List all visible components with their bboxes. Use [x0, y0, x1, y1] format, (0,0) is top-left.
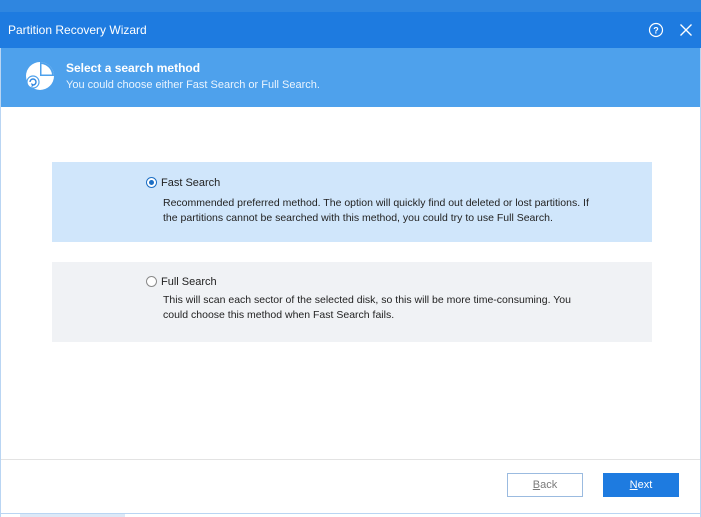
back-button[interactable]: Back: [507, 473, 583, 497]
fast-search-option[interactable]: Fast Search Recommended preferred method…: [52, 162, 652, 242]
next-mnemonic: N: [629, 479, 638, 491]
close-icon[interactable]: [676, 20, 696, 40]
next-button[interactable]: Next: [603, 473, 679, 497]
help-icon[interactable]: ?: [646, 20, 666, 40]
window-border-left: [0, 48, 1, 517]
full-search-option[interactable]: Full Search This will scan each sector o…: [52, 262, 652, 342]
title-bar: Partition Recovery Wizard ?: [0, 12, 701, 48]
back-label-rest: ack: [540, 479, 558, 491]
back-mnemonic: B: [532, 479, 541, 491]
fast-search-label[interactable]: Fast Search: [161, 177, 220, 189]
svg-text:?: ?: [653, 26, 659, 36]
full-search-label[interactable]: Full Search: [161, 276, 217, 288]
partition-recovery-icon: [22, 58, 58, 94]
header-title: Select a search method: [66, 61, 201, 75]
wizard-header: Select a search method You could choose …: [0, 48, 701, 107]
window-title: Partition Recovery Wizard: [8, 23, 147, 37]
fast-search-radio[interactable]: [146, 177, 157, 188]
content-area: Fast Search Recommended preferred method…: [1, 107, 700, 459]
next-label-rest: ext: [637, 479, 653, 491]
full-search-description: This will scan each sector of the select…: [163, 294, 571, 321]
full-search-radio[interactable]: [146, 276, 157, 287]
footer-divider: [1, 459, 700, 460]
parent-window-strip: [0, 0, 701, 12]
fast-search-description: Recommended preferred method. The option…: [163, 197, 589, 224]
header-subtitle: You could choose either Fast Search or F…: [66, 79, 320, 91]
